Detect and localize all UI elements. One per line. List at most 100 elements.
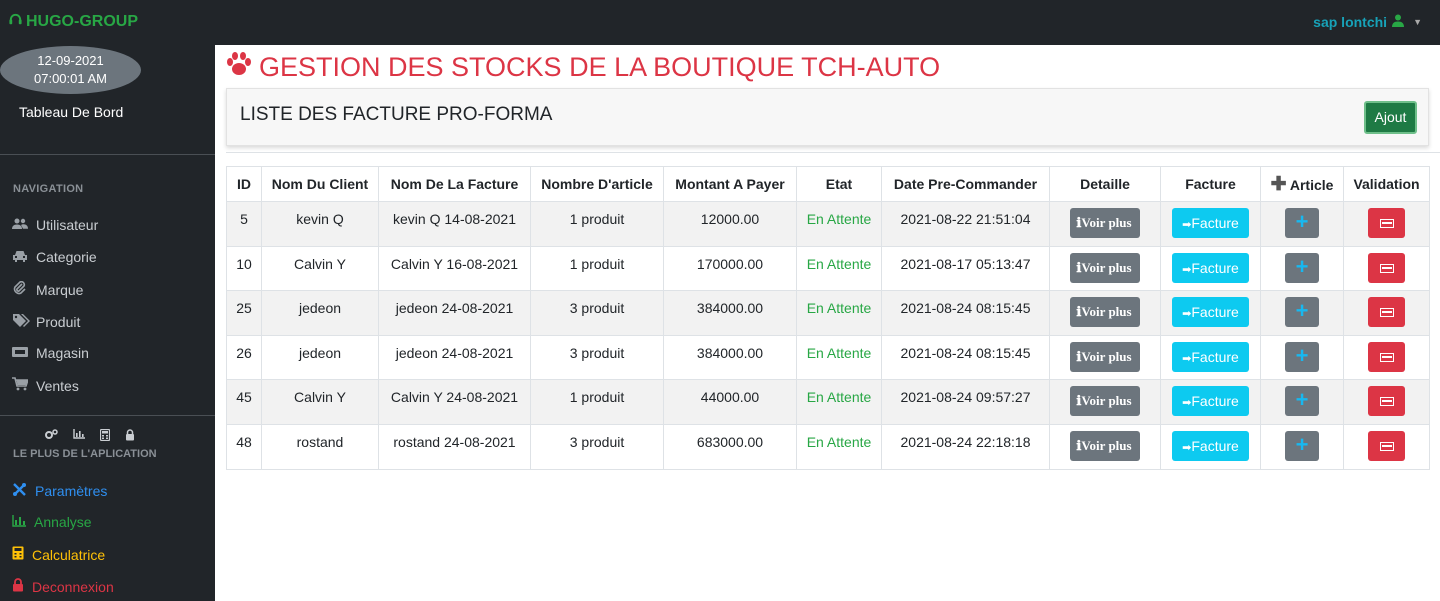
cell-id: 5 [226, 201, 262, 247]
cell-detail: ℹVoir plus [1049, 334, 1161, 381]
clock-badge: 12-09-2021 07:00:01 AM [0, 46, 141, 94]
cell-validation [1343, 379, 1430, 425]
cell-article: + [1260, 379, 1344, 425]
cell-date: 2021-08-24 09:57:27 [881, 379, 1050, 425]
col-id: ID [226, 166, 262, 202]
page-title: GESTION DES STOCKS DE LA BOUTIQUE TCH-AU… [225, 51, 940, 84]
user-icon [1392, 14, 1405, 30]
cell-date: 2021-08-17 05:13:47 [881, 245, 1050, 292]
sidebar-item-categorie[interactable]: Categorie [12, 249, 97, 265]
cell-id: 48 [226, 423, 262, 470]
facture-button[interactable]: ➡Facture [1172, 297, 1249, 328]
cart-icon [12, 377, 30, 394]
cell-validation [1343, 245, 1430, 292]
sidebar-item-ventes[interactable]: Ventes [12, 377, 79, 394]
lock-icon [12, 578, 24, 595]
col-facture-name: Nom De La Facture [378, 166, 531, 202]
cell-article: + [1260, 201, 1344, 247]
cell-validation [1343, 334, 1430, 381]
cell-validation [1343, 290, 1430, 336]
voir-plus-label: Voir plus [1081, 215, 1132, 230]
sidebar-item-annalyse[interactable]: Annalyse [12, 514, 92, 530]
invoice-table: ID Nom Du Client Nom De La Facture Nombr… [226, 166, 1430, 470]
col-montant: Montant A Payer [663, 166, 797, 202]
sign-in-icon: ➡ [1182, 308, 1192, 321]
facture-button[interactable]: ➡Facture [1172, 208, 1249, 238]
add-article-button[interactable]: + [1285, 386, 1319, 417]
add-article-button[interactable]: + [1285, 252, 1319, 283]
dashboard-link[interactable]: Tableau De Bord [19, 104, 123, 120]
user-menu[interactable]: sap lontchi ▼ [1313, 14, 1422, 30]
cell-client: Calvin Y [261, 245, 379, 292]
cell-nombre: 3 produit [530, 290, 664, 336]
cell-facture: ➡Facture [1160, 379, 1261, 425]
credit-card-icon [1379, 308, 1394, 318]
list-card-header: LISTE DES FACTURE PRO-FORMA Ajout [226, 88, 1429, 146]
sidebar-item-magasin[interactable]: Magasin [12, 345, 89, 361]
brand-logo[interactable]: HUGO-GROUP [8, 12, 138, 32]
sidebar-item-parametres[interactable]: Paramètres [12, 482, 107, 500]
store-icon [12, 346, 28, 361]
sidebar-item-calculatrice[interactable]: Calculatrice [12, 546, 105, 563]
facture-label: Facture [1191, 215, 1239, 231]
add-button[interactable]: Ajout [1364, 101, 1417, 134]
sidebar-item-produit[interactable]: Produit [12, 313, 80, 330]
cell-nombre: 1 produit [530, 201, 664, 247]
cell-etat: En Attente [796, 201, 882, 247]
table-row: 26 jedeon jedeon 24-08-2021 3 produit 38… [226, 334, 1430, 381]
sign-in-icon: ➡ [1182, 219, 1192, 231]
validate-button[interactable] [1368, 208, 1405, 238]
voir-plus-button[interactable]: ℹVoir plus [1070, 386, 1140, 417]
add-article-button[interactable]: + [1285, 430, 1319, 461]
sidebar-item-deconnexion[interactable]: Deconnexion [12, 578, 114, 595]
cell-id: 25 [226, 290, 262, 336]
voir-plus-button[interactable]: ℹVoir plus [1070, 252, 1140, 283]
cell-montant: 384000.00 [663, 334, 797, 381]
cell-client: Calvin Y [261, 379, 379, 425]
voir-plus-label: Voir plus [1081, 437, 1132, 453]
table-row: 5 kevin Q kevin Q 14-08-2021 1 produit 1… [226, 201, 1430, 247]
facture-label: Facture [1191, 348, 1239, 365]
chart-icon[interactable] [73, 429, 85, 444]
cell-etat: En Attente [796, 245, 882, 292]
cell-detail: ℹVoir plus [1049, 201, 1161, 247]
validate-button[interactable] [1368, 386, 1405, 417]
chevron-down-icon: ▼ [1413, 17, 1422, 27]
facture-button[interactable]: ➡Facture [1172, 386, 1249, 417]
table-header-row: ID Nom Du Client Nom De La Facture Nombr… [226, 166, 1430, 202]
table-row: 48 rostand rostand 24-08-2021 3 produit … [226, 423, 1430, 470]
cell-etat: En Attente [796, 334, 882, 381]
plus-icon: ✚ [1270, 173, 1287, 195]
validate-button[interactable] [1368, 297, 1405, 328]
cell-facture: ➡Facture [1160, 245, 1261, 292]
facture-button[interactable]: ➡Facture [1172, 341, 1249, 372]
add-article-button[interactable]: + [1285, 341, 1319, 372]
lock-icon[interactable] [125, 429, 135, 444]
cell-facture-name: rostand 24-08-2021 [378, 423, 531, 470]
sign-in-icon: ➡ [1182, 263, 1192, 276]
cell-nombre: 3 produit [530, 334, 664, 381]
validate-button[interactable] [1368, 252, 1405, 283]
sidebar-item-utilisateur[interactable]: Utilisateur [12, 217, 98, 233]
cogs-icon[interactable] [44, 429, 58, 444]
nav-section-title: NAVIGATION [13, 183, 84, 195]
voir-plus-button[interactable]: ℹVoir plus [1070, 341, 1140, 372]
add-article-button[interactable]: + [1285, 297, 1319, 328]
voir-plus-button[interactable]: ℹVoir plus [1070, 430, 1140, 461]
validate-button[interactable] [1368, 341, 1405, 372]
tools-icon [12, 482, 27, 500]
sidebar-item-label: Annalyse [34, 514, 92, 530]
calculator-icon[interactable] [99, 428, 111, 444]
validate-button[interactable] [1368, 430, 1405, 461]
voir-plus-button[interactable]: ℹVoir plus [1070, 297, 1140, 328]
voir-plus-button[interactable]: ℹVoir plus [1070, 208, 1140, 238]
tags-icon [12, 313, 30, 330]
cell-facture-name: kevin Q 14-08-2021 [378, 201, 531, 247]
facture-button[interactable]: ➡Facture [1172, 430, 1249, 461]
sidebar-item-marque[interactable]: Marque [12, 280, 83, 298]
facture-button[interactable]: ➡Facture [1172, 252, 1249, 283]
col-detail: Detaille [1049, 166, 1161, 202]
chart-icon [12, 514, 26, 530]
add-article-button[interactable]: + [1285, 208, 1319, 238]
cell-article: + [1260, 334, 1344, 381]
